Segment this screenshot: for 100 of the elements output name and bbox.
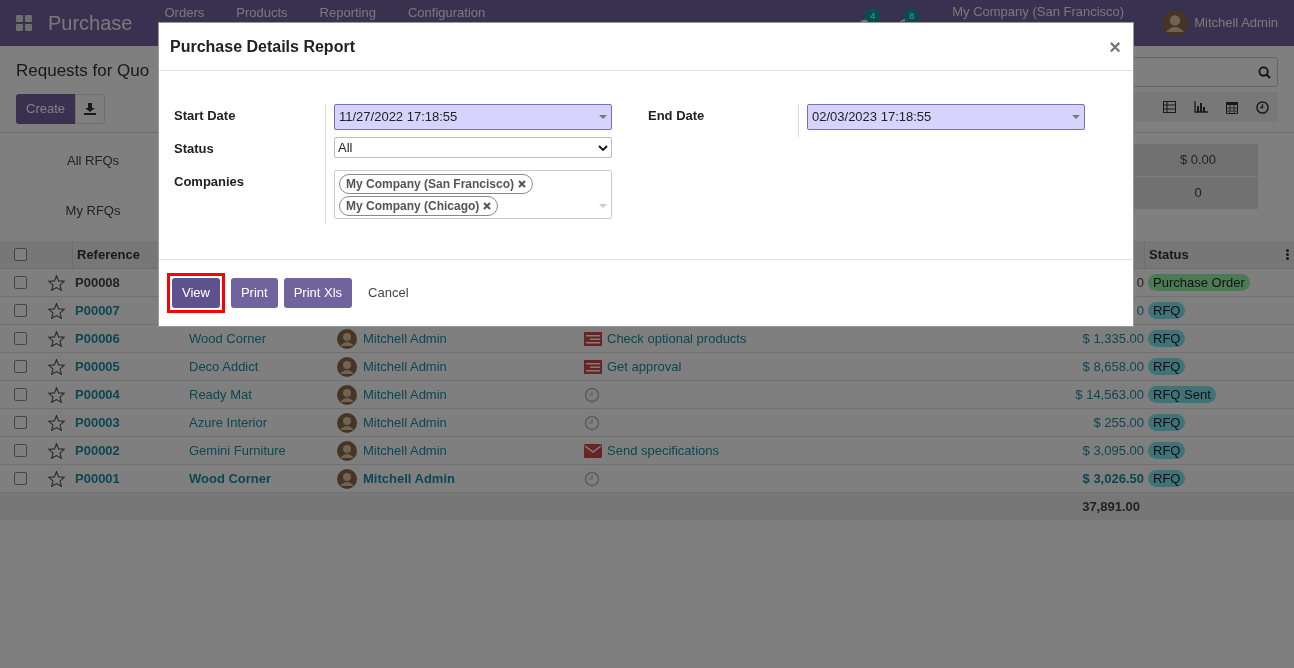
download-button[interactable] <box>75 93 106 124</box>
avatar-icon <box>337 412 357 433</box>
status-badge: RFQ <box>1148 441 1186 459</box>
amount-cell: $ 255.00 <box>1093 414 1144 430</box>
menu-item[interactable]: Reporting <box>319 3 376 23</box>
dialog-button[interactable]: Print Xls <box>283 278 353 308</box>
cancel-link[interactable]: Cancel <box>358 278 419 308</box>
field-label: Start Date <box>174 107 237 125</box>
activity-cell[interactable]: Get approval <box>607 356 682 377</box>
dialog-button[interactable]: Print <box>230 278 278 308</box>
amount-cell: $ 3,026.50 <box>1082 470 1144 486</box>
row-checkbox[interactable] <box>13 360 27 373</box>
row-checkbox[interactable] <box>13 444 27 457</box>
apps-grid-icon[interactable] <box>16 15 32 31</box>
star-icon[interactable] <box>47 330 65 347</box>
clock-icon[interactable] <box>1256 100 1269 114</box>
amount-cell: $ 1,335.00 <box>1082 330 1144 346</box>
reference-cell[interactable]: P00004 <box>72 384 189 405</box>
menu-item[interactable]: Products <box>236 3 288 23</box>
close-button[interactable]: × <box>1109 36 1121 57</box>
star-icon[interactable] <box>47 386 65 403</box>
companies-field[interactable]: My Company (San Francisco) My Company (Chicago) <box>334 170 612 219</box>
vendor-cell: Ready Mat <box>189 386 252 402</box>
avatar-icon <box>337 328 357 349</box>
dialog-title: Purchase Details Report <box>170 36 355 57</box>
list-icon[interactable] <box>584 331 602 346</box>
page-title: Requests for Quo <box>16 60 150 82</box>
amount-cell: $ 14,563.00 <box>1075 386 1144 402</box>
dashboard-filter[interactable]: All RFQs <box>67 151 119 171</box>
calendar-icon[interactable] <box>1226 100 1238 114</box>
star-icon[interactable] <box>47 414 65 431</box>
date-field[interactable]: 11/27/2022 17:18:55 <box>334 104 612 130</box>
field-label: End Date <box>648 107 706 125</box>
star-icon[interactable] <box>47 442 65 459</box>
remove-icon[interactable] <box>483 202 492 210</box>
buyer-cell-text: Mitchell Admin <box>363 441 447 460</box>
amount-cell: 0 <box>1136 302 1144 318</box>
message-count-badge: 4 <box>865 8 881 23</box>
vendor-cell: Deco Addict <box>189 358 259 374</box>
status-badge: RFQ <box>1148 329 1186 347</box>
user-avatar-icon[interactable] <box>1162 10 1189 36</box>
avatar-icon <box>337 440 357 461</box>
bar-chart-icon[interactable] <box>1194 101 1208 113</box>
reference-cell[interactable]: P00001 <box>72 468 189 489</box>
create-button[interactable]: Create <box>16 93 76 124</box>
avatar-icon <box>337 356 357 377</box>
user-name[interactable]: Mitchell Admin <box>1194 13 1278 33</box>
amount-cell: 0 <box>1136 274 1144 290</box>
avatar-icon <box>337 468 357 489</box>
caret-icon <box>599 204 607 208</box>
row-checkbox[interactable] <box>13 416 27 429</box>
status-badge: RFQ <box>1148 301 1186 319</box>
activity-cell[interactable]: Check optional products <box>607 328 747 349</box>
avatar-icon <box>337 384 357 405</box>
reference-cell[interactable]: P00002 <box>72 440 189 461</box>
list-view-icon[interactable] <box>1163 101 1176 113</box>
field-label: Status <box>174 140 215 158</box>
search-icon <box>1258 65 1271 79</box>
status-badge: RFQ <box>1148 413 1186 431</box>
date-field[interactable]: 02/03/2023 17:18:55 <box>807 104 1085 130</box>
column-header[interactable]: Status <box>1149 244 1189 265</box>
star-icon[interactable] <box>47 274 65 291</box>
status-select[interactable]: All <box>334 137 612 158</box>
menu-item[interactable]: Orders <box>164 3 205 23</box>
row-checkbox[interactable] <box>13 388 27 401</box>
star-icon[interactable] <box>47 358 65 375</box>
reference-cell[interactable]: P00005 <box>72 356 189 377</box>
activity-cell[interactable]: Send specifications <box>607 440 719 461</box>
download-icon <box>84 102 97 115</box>
vendor-cell: Gemini Furniture <box>189 442 286 458</box>
row-checkbox[interactable] <box>13 332 27 345</box>
company-switcher[interactable]: My Company (San Francisco) <box>952 2 1125 22</box>
more-options-icon[interactable] <box>1286 249 1289 260</box>
buyer-cell-text: Mitchell Admin <box>363 385 447 404</box>
star-icon[interactable] <box>47 302 65 319</box>
row-checkbox[interactable] <box>13 472 27 485</box>
menu-item[interactable]: Configuration <box>407 3 486 23</box>
row-checkbox[interactable] <box>13 248 27 261</box>
status-badge: RFQ <box>1148 469 1186 487</box>
status-badge: Purchase Order <box>1148 273 1250 291</box>
activity-count-badge: 8 <box>904 8 920 23</box>
vendor-cell: Wood Corner <box>189 470 272 486</box>
remove-icon[interactable] <box>518 180 527 188</box>
list-icon[interactable] <box>584 359 602 374</box>
star-icon[interactable] <box>47 470 65 487</box>
field-label: Companies <box>174 173 246 191</box>
reference-cell[interactable]: P00006 <box>72 328 189 349</box>
vendor-cell: Azure Interior <box>189 414 268 430</box>
reference-cell[interactable]: P00003 <box>72 412 189 433</box>
buyer-cell-text: Mitchell Admin <box>363 413 447 432</box>
buyer-cell-text: Mitchell Admin <box>363 469 455 488</box>
row-checkbox[interactable] <box>13 276 27 289</box>
caret-icon <box>1072 115 1080 119</box>
app-name[interactable]: Purchase <box>48 8 133 38</box>
dashboard-filter[interactable]: My RFQs <box>65 200 121 220</box>
caret-icon <box>599 115 607 119</box>
envelope-icon[interactable] <box>584 443 602 458</box>
buyer-cell-text: Mitchell Admin <box>363 357 447 376</box>
dialog-button[interactable]: View <box>172 278 220 308</box>
row-checkbox[interactable] <box>13 304 27 317</box>
